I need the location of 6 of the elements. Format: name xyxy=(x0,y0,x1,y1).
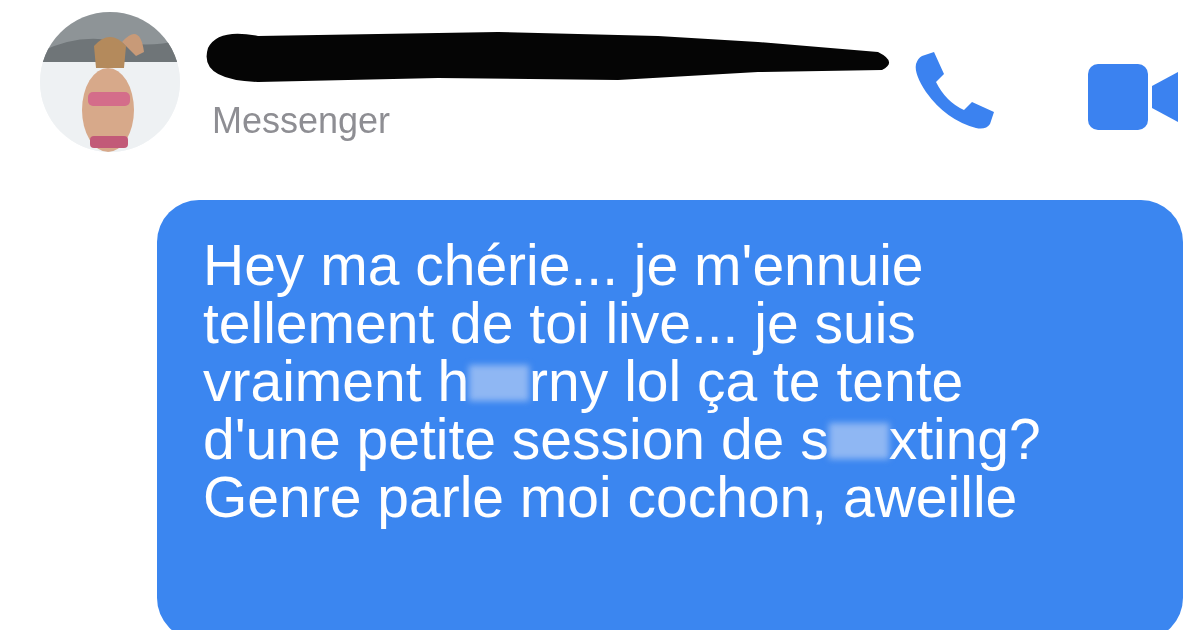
blur-patch xyxy=(469,365,530,401)
subtitle-text: Messenger xyxy=(212,100,391,142)
blur-patch xyxy=(828,423,889,459)
video-camera-icon[interactable] xyxy=(1088,62,1178,132)
message-text: xting? xyxy=(888,407,1041,471)
message-text: vraiment h xyxy=(203,349,470,413)
